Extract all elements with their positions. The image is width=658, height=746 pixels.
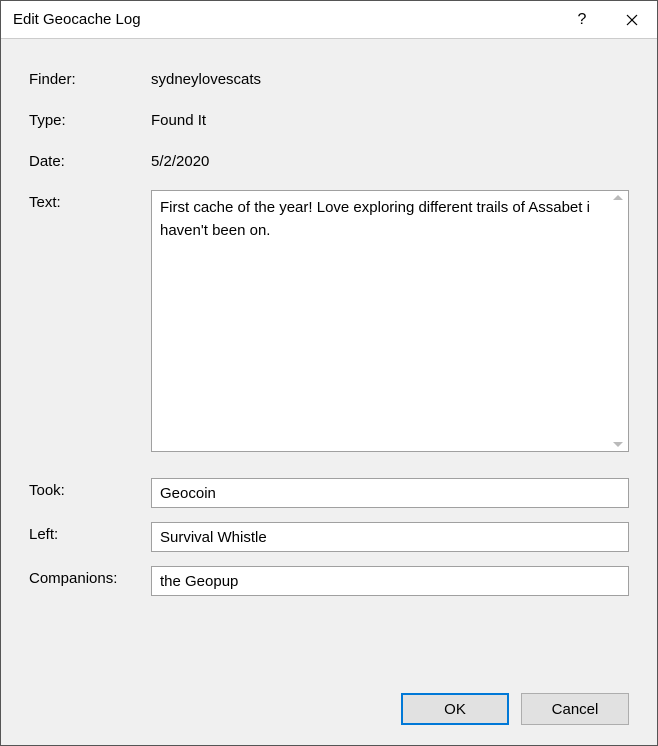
text-row: Text: First cache of the year! Love expl… [29,190,629,452]
type-value: Found It [151,108,206,129]
text-label: Text: [29,190,151,211]
close-icon [626,14,638,26]
took-label: Took: [29,478,151,499]
finder-row: Finder: sydneylovescats [29,67,629,88]
dialog-title: Edit Geocache Log [13,11,557,28]
date-label: Date: [29,149,151,170]
text-textarea[interactable]: First cache of the year! Love exploring … [152,191,608,451]
ok-button[interactable]: OK [401,693,509,725]
left-row: Left: [29,522,629,552]
finder-label: Finder: [29,67,151,88]
companions-input[interactable] [151,566,629,596]
dialog-content: Finder: sydneylovescats Type: Found It D… [1,39,657,745]
finder-value: sydneylovescats [151,67,261,88]
close-button[interactable] [607,1,657,38]
took-input[interactable] [151,478,629,508]
type-label: Type: [29,108,151,129]
help-button[interactable]: ? [557,1,607,38]
spacer [29,610,629,683]
scroll-down-icon [613,442,623,447]
scrollbar[interactable] [608,191,628,451]
titlebar-controls: ? [557,1,657,38]
companions-label: Companions: [29,566,151,587]
date-value: 5/2/2020 [151,149,209,170]
help-icon: ? [578,11,587,29]
companions-row: Companions: [29,566,629,596]
button-row: OK Cancel [29,693,629,725]
cancel-button[interactable]: Cancel [521,693,629,725]
text-area-container: First cache of the year! Love exploring … [151,190,629,452]
titlebar: Edit Geocache Log ? [1,1,657,39]
left-input[interactable] [151,522,629,552]
left-label: Left: [29,522,151,543]
scroll-up-icon [613,195,623,200]
edit-geocache-log-dialog: Edit Geocache Log ? Finder: sydneylovesc… [0,0,658,746]
type-row: Type: Found It [29,108,629,129]
date-row: Date: 5/2/2020 [29,149,629,170]
took-row: Took: [29,478,629,508]
